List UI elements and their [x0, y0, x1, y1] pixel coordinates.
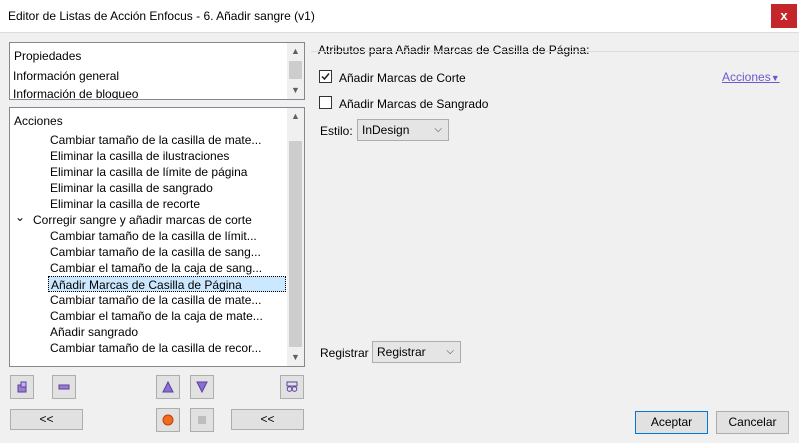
- scroll-thumb[interactable]: [289, 141, 302, 347]
- tree-item-label: Cambiar tamaño de la casilla de recor...: [50, 341, 262, 355]
- tree-item[interactable]: Cambiar tamaño de la casilla de mate...: [50, 292, 261, 308]
- cancel-button[interactable]: Cancelar: [716, 411, 789, 434]
- tree-item[interactable]: Cambiar el tamaño de la caja de mate...: [50, 308, 263, 324]
- record-button[interactable]: [156, 408, 180, 432]
- properties-scrollbar[interactable]: ▲ ▼: [287, 43, 304, 99]
- tree-item[interactable]: Añadir sangrado: [50, 324, 138, 340]
- remove-action-button[interactable]: [52, 375, 76, 399]
- scroll-down-icon[interactable]: ▼: [287, 349, 304, 366]
- tree-item[interactable]: Eliminar la casilla de recorte: [50, 196, 200, 212]
- properties-item-general[interactable]: Información general: [13, 68, 119, 84]
- register-label: Registrar: [320, 346, 369, 360]
- checkmark-icon: [321, 73, 330, 81]
- tree-item[interactable]: Cambiar tamaño de la casilla de sang...: [50, 244, 261, 260]
- properties-item-lock[interactable]: Información de bloqueo: [13, 86, 138, 99]
- glasses-icon: [286, 381, 298, 392]
- tree-item-selected[interactable]: Añadir Marcas de Casilla de Página: [48, 276, 286, 292]
- style-select[interactable]: InDesign ⌵: [357, 119, 449, 141]
- move-up-button[interactable]: [156, 375, 180, 399]
- tree-item-label: Eliminar la casilla de límite de página: [50, 165, 248, 179]
- scroll-down-icon[interactable]: ▼: [287, 82, 304, 99]
- chevron-down-icon: ⌵: [446, 346, 454, 357]
- window-title: Editor de Listas de Acción Enfocus - 6. …: [8, 9, 315, 23]
- tree-item[interactable]: Eliminar la casilla de límite de página: [50, 164, 247, 180]
- tree-item-label: Corregir sangre y añadir marcas de corte: [33, 213, 252, 227]
- tree-item-label: Cambiar tamaño de la casilla de sang...: [50, 245, 261, 259]
- arrow-down-icon: [196, 381, 208, 393]
- style-select-value: InDesign: [362, 123, 410, 137]
- style-label: Estilo:: [320, 124, 353, 138]
- actions-link[interactable]: Acciones▼: [722, 70, 780, 84]
- tree-group[interactable]: ⌄ Corregir sangre y añadir marcas de cort…: [15, 209, 252, 228]
- tree-item-label: Eliminar la casilla de ilustraciones: [50, 149, 230, 163]
- crop-marks-checkbox[interactable]: [319, 70, 332, 83]
- register-select-value: Registrar: [377, 345, 426, 359]
- bleed-marks-checkbox[interactable]: [319, 96, 332, 109]
- actions-link-text[interactable]: Acciones: [722, 70, 771, 84]
- scroll-up-icon[interactable]: ▲: [287, 108, 304, 125]
- crop-marks-label: Añadir Marcas de Corte: [339, 71, 466, 85]
- tree-item-label: Cambiar tamaño de la casilla de límit...: [50, 229, 257, 243]
- preview-button[interactable]: [280, 375, 304, 399]
- collapse-left-button[interactable]: <<: [10, 409, 83, 430]
- bleed-marks-label: Añadir Marcas de Sangrado: [339, 97, 489, 111]
- chevron-down-icon[interactable]: ⌄: [15, 209, 33, 225]
- properties-header: Propiedades: [14, 49, 82, 63]
- add-action-icon: [17, 381, 27, 393]
- actions-scrollbar[interactable]: ▲ ▼: [287, 108, 304, 366]
- arrow-up-icon: [162, 381, 174, 393]
- tree-item[interactable]: Cambiar tamaño de la casilla de límit...: [50, 228, 257, 244]
- add-action-button[interactable]: [10, 375, 34, 399]
- tree-item[interactable]: Cambiar tamaño de la casilla de mate...: [50, 132, 261, 148]
- stop-button[interactable]: [190, 408, 214, 432]
- scroll-up-icon[interactable]: ▲: [287, 43, 304, 60]
- collapse-right-button[interactable]: <<: [231, 409, 304, 430]
- tree-item-label: Añadir Marcas de Casilla de Página: [51, 278, 242, 292]
- tree-item-label: Eliminar la casilla de sangrado: [50, 181, 213, 195]
- tree-item[interactable]: Eliminar la casilla de ilustraciones: [50, 148, 229, 164]
- properties-list[interactable]: Propiedades Información general Informac…: [9, 42, 305, 100]
- actions-header: Acciones: [14, 114, 63, 128]
- move-down-button[interactable]: [190, 375, 214, 399]
- dialog-body: Propiedades Información general Informac…: [0, 32, 799, 443]
- dropdown-caret-icon: ▼: [770, 73, 780, 83]
- title-bar: Editor de Listas de Acción Enfocus - 6. …: [0, 0, 799, 32]
- scroll-thumb[interactable]: [289, 61, 302, 79]
- tree-item-label: Añadir sangrado: [50, 325, 139, 339]
- tree-item-label: Eliminar la casilla de recorte: [50, 197, 201, 211]
- tree-item[interactable]: Cambiar tamaño de la casilla de recor...: [50, 340, 261, 356]
- chevron-down-icon: ⌵: [434, 124, 442, 135]
- accept-button[interactable]: Aceptar: [635, 411, 708, 434]
- close-button[interactable]: x: [771, 4, 797, 28]
- register-select[interactable]: Registrar ⌵: [372, 341, 461, 363]
- tree-item-label: Cambiar el tamaño de la caja de sang...: [50, 261, 263, 275]
- attributes-group-title: Atributos para Añadir Marcas de Casilla …: [318, 43, 590, 57]
- record-icon: [162, 414, 174, 426]
- tree-item-label: Cambiar el tamaño de la caja de mate...: [50, 309, 263, 323]
- tree-item-label: Cambiar tamaño de la casilla de mate...: [50, 133, 262, 147]
- tree-item-label: Cambiar tamaño de la casilla de mate...: [50, 293, 262, 307]
- tree-item[interactable]: Eliminar la casilla de sangrado: [50, 180, 213, 196]
- actions-tree[interactable]: Acciones Cambiar tamaño de la casilla de…: [9, 107, 305, 367]
- group-divider: [311, 51, 799, 52]
- tree-item[interactable]: Cambiar el tamaño de la caja de sang...: [50, 260, 262, 276]
- remove-icon: [58, 384, 70, 390]
- stop-icon: [198, 416, 206, 424]
